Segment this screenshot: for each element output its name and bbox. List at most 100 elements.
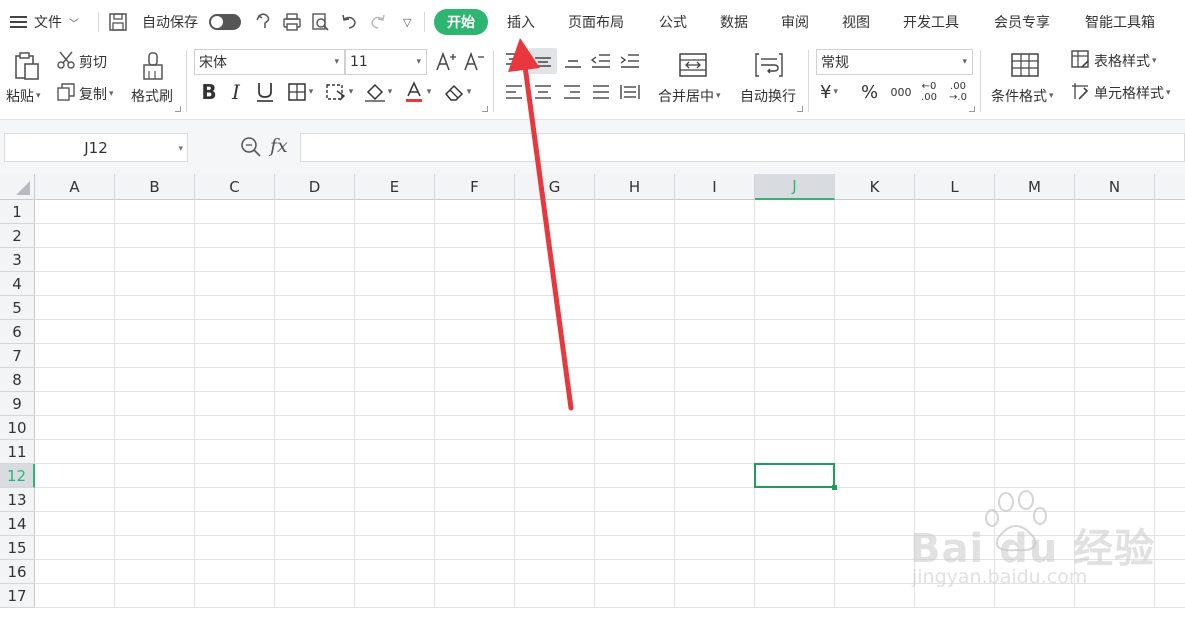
- cell-overflow11[interactable]: [1155, 440, 1185, 464]
- bold-icon[interactable]: B: [198, 80, 220, 104]
- cell-i17[interactable]: [675, 584, 755, 608]
- cut-button[interactable]: 剪切: [56, 50, 107, 74]
- cell-a9[interactable]: [35, 392, 115, 416]
- cell-j15[interactable]: [755, 536, 835, 560]
- cell-e10[interactable]: [355, 416, 435, 440]
- save-icon[interactable]: [108, 0, 128, 44]
- cell-m4[interactable]: [995, 272, 1075, 296]
- cell-b8[interactable]: [115, 368, 195, 392]
- increase-indent-icon[interactable]: [618, 50, 642, 72]
- cell-d1[interactable]: [275, 200, 355, 224]
- align-bottom-icon[interactable]: [562, 50, 584, 72]
- cell-overflow3[interactable]: [1155, 248, 1185, 272]
- row-header-15[interactable]: 15: [0, 536, 35, 560]
- eraser-icon[interactable]: ▾: [440, 80, 474, 104]
- cell-e5[interactable]: [355, 296, 435, 320]
- cell-a8[interactable]: [35, 368, 115, 392]
- cell-d4[interactable]: [275, 272, 355, 296]
- dialog-launcher-icon[interactable]: [482, 106, 488, 112]
- cell-m11[interactable]: [995, 440, 1075, 464]
- row-header-13[interactable]: 13: [0, 488, 35, 512]
- cell-b6[interactable]: [115, 320, 195, 344]
- cell-f6[interactable]: [435, 320, 515, 344]
- column-header-e[interactable]: E: [355, 174, 435, 200]
- row-header-9[interactable]: 9: [0, 392, 35, 416]
- cell-n10[interactable]: [1075, 416, 1155, 440]
- cell-h9[interactable]: [595, 392, 675, 416]
- print-preview-icon[interactable]: [310, 0, 330, 44]
- cell-c16[interactable]: [195, 560, 275, 584]
- cell-d11[interactable]: [275, 440, 355, 464]
- cell-a14[interactable]: [35, 512, 115, 536]
- cell-g12[interactable]: [515, 464, 595, 488]
- cell-a2[interactable]: [35, 224, 115, 248]
- cell-g6[interactable]: [515, 320, 595, 344]
- cell-d12[interactable]: [275, 464, 355, 488]
- cell-f15[interactable]: [435, 536, 515, 560]
- tab-member[interactable]: 会员专享: [994, 0, 1050, 44]
- autosave-toggle[interactable]: [209, 0, 241, 44]
- decrease-decimal-icon[interactable]: .00 →.0: [946, 78, 970, 106]
- cell-f7[interactable]: [435, 344, 515, 368]
- column-header-h[interactable]: H: [595, 174, 675, 200]
- cell-i11[interactable]: [675, 440, 755, 464]
- cell-a3[interactable]: [35, 248, 115, 272]
- customize-toolbar-icon[interactable]: ▽: [403, 0, 411, 44]
- cell-overflow2[interactable]: [1155, 224, 1185, 248]
- cell-i13[interactable]: [675, 488, 755, 512]
- cell-j9[interactable]: [755, 392, 835, 416]
- font-color-icon[interactable]: ▾: [400, 80, 434, 104]
- cell-a7[interactable]: [35, 344, 115, 368]
- cell-h7[interactable]: [595, 344, 675, 368]
- cell-a6[interactable]: [35, 320, 115, 344]
- dialog-launcher-icon[interactable]: [969, 106, 975, 112]
- cell-l11[interactable]: [915, 440, 995, 464]
- cell-g5[interactable]: [515, 296, 595, 320]
- row-header-1[interactable]: 1: [0, 200, 35, 224]
- cell-k9[interactable]: [835, 392, 915, 416]
- cell-h5[interactable]: [595, 296, 675, 320]
- cell-overflow4[interactable]: [1155, 272, 1185, 296]
- fill-handle[interactable]: [832, 485, 837, 490]
- cell-n9[interactable]: [1075, 392, 1155, 416]
- cell-k3[interactable]: [835, 248, 915, 272]
- cell-b11[interactable]: [115, 440, 195, 464]
- column-header-n[interactable]: N: [1075, 174, 1155, 200]
- row-header-11[interactable]: 11: [0, 440, 35, 464]
- cell-b12[interactable]: [115, 464, 195, 488]
- cell-l7[interactable]: [915, 344, 995, 368]
- active-cell[interactable]: [754, 463, 837, 490]
- cell-b14[interactable]: [115, 512, 195, 536]
- cell-e14[interactable]: [355, 512, 435, 536]
- cell-d10[interactable]: [275, 416, 355, 440]
- cell-c12[interactable]: [195, 464, 275, 488]
- cell-overflow10[interactable]: [1155, 416, 1185, 440]
- cell-n1[interactable]: [1075, 200, 1155, 224]
- column-header-overflow[interactable]: [1155, 174, 1185, 200]
- cell-l4[interactable]: [915, 272, 995, 296]
- column-header-d[interactable]: D: [275, 174, 355, 200]
- column-header-c[interactable]: C: [195, 174, 275, 200]
- cell-d8[interactable]: [275, 368, 355, 392]
- cell-a11[interactable]: [35, 440, 115, 464]
- cell-overflow9[interactable]: [1155, 392, 1185, 416]
- copy-button[interactable]: 复制 ▾: [56, 82, 114, 106]
- select-all-corner[interactable]: [0, 174, 35, 200]
- align-center-icon[interactable]: [532, 80, 554, 104]
- cell-m12[interactable]: [995, 464, 1075, 488]
- cell-j17[interactable]: [755, 584, 835, 608]
- cell-b15[interactable]: [115, 536, 195, 560]
- tab-home[interactable]: 开始: [434, 9, 488, 35]
- cell-j16[interactable]: [755, 560, 835, 584]
- cell-style-button[interactable]: 单元格样式 ▾: [1070, 81, 1171, 105]
- increase-font-icon[interactable]: [434, 49, 458, 75]
- cell-g2[interactable]: [515, 224, 595, 248]
- cell-g14[interactable]: [515, 512, 595, 536]
- formula-input[interactable]: [300, 133, 1185, 162]
- merge-center-button[interactable]: 合并居中 ▾: [658, 84, 721, 108]
- distributed-icon[interactable]: [618, 80, 642, 104]
- cell-l6[interactable]: [915, 320, 995, 344]
- cell-c9[interactable]: [195, 392, 275, 416]
- column-header-b[interactable]: B: [115, 174, 195, 200]
- cell-l9[interactable]: [915, 392, 995, 416]
